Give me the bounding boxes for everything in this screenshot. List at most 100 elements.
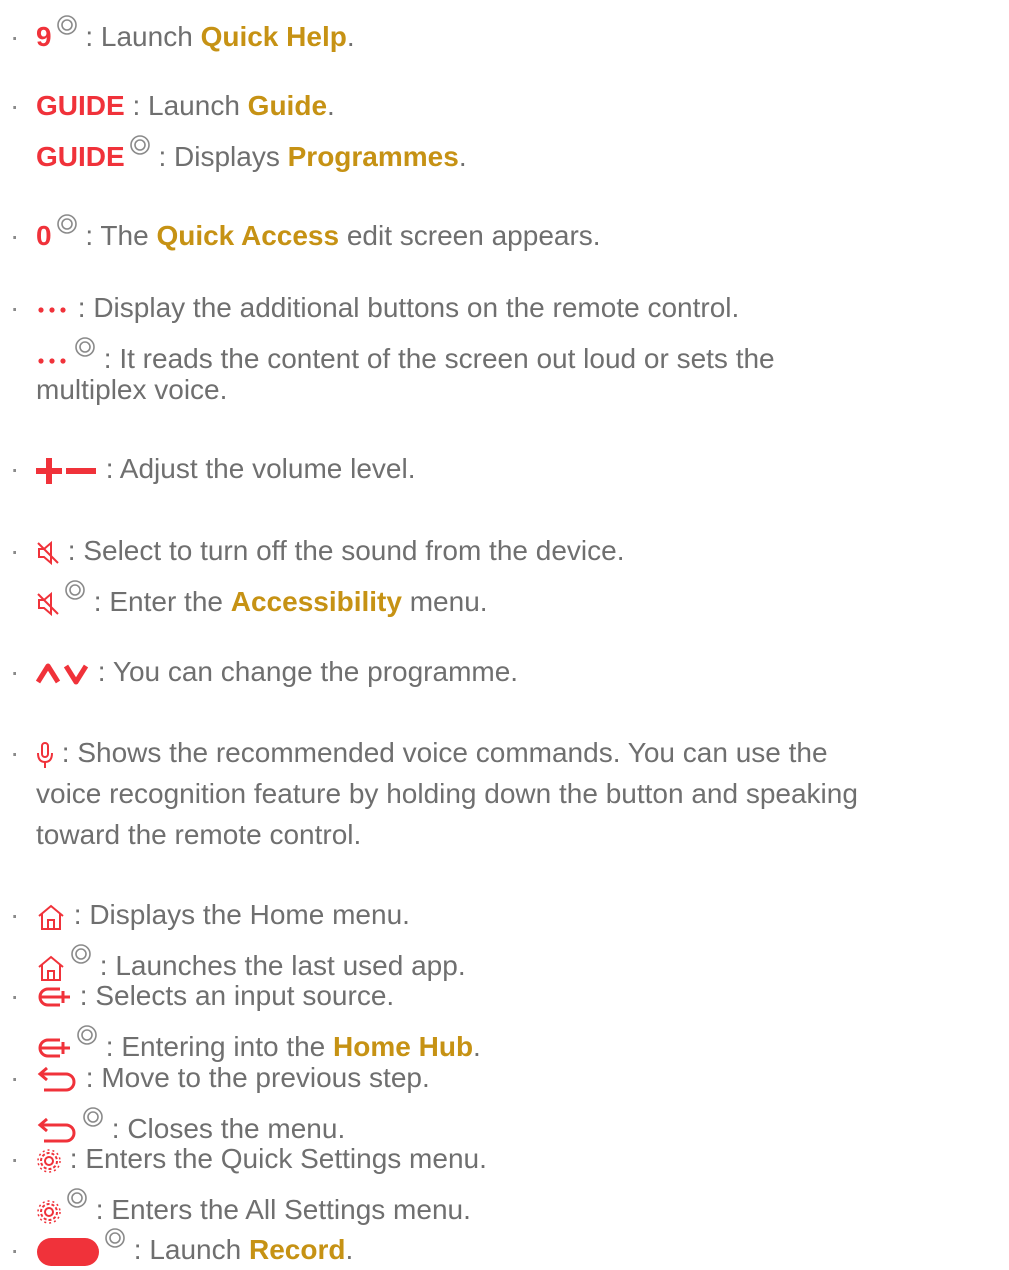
list-item: · : Selects an input source. : Entering … bbox=[10, 975, 989, 1062]
item-continuation-line: : Enters the All Settings menu. bbox=[10, 1179, 989, 1225]
remote-key-label: GUIDE bbox=[36, 141, 125, 172]
bullet: · bbox=[10, 453, 20, 484]
feature-name: Guide bbox=[247, 90, 328, 121]
double-circle-icon bbox=[56, 6, 78, 47]
feature-name: Record bbox=[248, 1234, 346, 1265]
bullet: · bbox=[10, 90, 20, 121]
remote-key-label: 0 bbox=[36, 220, 52, 251]
item-continuation-line: toward the remote control. bbox=[10, 814, 989, 855]
back-icon bbox=[36, 1066, 78, 1094]
description-text: : Move to the previous step. bbox=[78, 1062, 430, 1093]
microphone-icon bbox=[36, 741, 54, 769]
bullet: · bbox=[10, 292, 20, 323]
description-text: : Adjust the volume level. bbox=[98, 453, 416, 484]
list-item: · : Select to turn off the sound from th… bbox=[10, 530, 989, 617]
description-text: : Selects an input source. bbox=[72, 980, 395, 1011]
description-text: . bbox=[346, 21, 355, 52]
item-line: · : Displays the Home menu. bbox=[10, 894, 989, 935]
list-item: · : Adjust the volume level. bbox=[10, 448, 989, 489]
remote-key-label: GUIDE bbox=[36, 90, 125, 121]
item-line: · : Selects an input source. bbox=[10, 975, 989, 1016]
remote-key-label: 9 bbox=[36, 21, 52, 52]
description-text: : Launch bbox=[77, 21, 201, 52]
description-text: : Displays bbox=[150, 141, 288, 172]
item-continuation-line: multiplex voice. bbox=[10, 369, 989, 410]
list-item: · : Shows the recommended voice commands… bbox=[10, 732, 989, 855]
list-item: · : Enters the Quick Settings menu. : En… bbox=[10, 1138, 989, 1225]
double-circle-icon bbox=[70, 935, 92, 976]
item-line: · : Enters the Quick Settings menu. bbox=[10, 1138, 989, 1179]
item-continuation-line: : Enter the Accessibility menu. bbox=[10, 571, 989, 617]
item-line: · 0 : The Quick Access edit screen appear… bbox=[10, 205, 989, 251]
list-item: · GUIDE : Launch Guide. GUIDE : Displays P… bbox=[10, 85, 989, 172]
bullet: · bbox=[10, 1062, 20, 1093]
input-source-icon bbox=[36, 984, 72, 1012]
double-circle-icon bbox=[104, 1219, 126, 1260]
feature-name: Programmes bbox=[287, 141, 459, 172]
description-text: : Enter the bbox=[86, 586, 231, 617]
description-text: : Shows the recommended voice commands. … bbox=[54, 737, 828, 768]
item-line: · : Adjust the volume level. bbox=[10, 448, 989, 489]
double-circle-icon bbox=[76, 1016, 98, 1057]
list-item: · : Move to the previous step. : Closes … bbox=[10, 1057, 989, 1144]
settings-icon bbox=[36, 1148, 62, 1174]
item-line: · : Launch Record. bbox=[10, 1219, 989, 1266]
bullet: · bbox=[10, 1234, 20, 1265]
item-continuation-line: voice recognition feature by holding dow… bbox=[10, 773, 989, 814]
more-dots-icon bbox=[36, 354, 70, 368]
double-circle-icon bbox=[66, 1179, 88, 1220]
item-line: · : Select to turn off the sound from th… bbox=[10, 530, 989, 571]
description-text: menu. bbox=[401, 586, 488, 617]
item-continuation-line: : Closes the menu. bbox=[10, 1098, 989, 1144]
description-text: voice recognition feature by holding dow… bbox=[36, 778, 858, 809]
double-circle-icon bbox=[82, 1098, 104, 1139]
double-circle-icon bbox=[64, 571, 86, 612]
description-text: : Display the additional buttons on the … bbox=[70, 292, 740, 323]
item-continuation-line: : Launches the last used app. bbox=[10, 935, 989, 981]
mute-icon bbox=[36, 590, 60, 618]
description-text: : The bbox=[77, 220, 157, 251]
bullet: · bbox=[10, 656, 20, 687]
list-item: · : You can change the programme. bbox=[10, 651, 989, 692]
description-text: : Launch bbox=[124, 90, 248, 121]
description-text: : Displays the Home menu. bbox=[66, 899, 410, 930]
description-text: . bbox=[327, 90, 335, 121]
item-line: · : You can change the programme. bbox=[10, 651, 989, 692]
bullet: · bbox=[10, 1143, 20, 1174]
item-continuation-line: GUIDE : Displays Programmes. bbox=[10, 126, 989, 172]
feature-name: Accessibility bbox=[230, 586, 402, 617]
description-text: : Launch bbox=[126, 1234, 249, 1265]
item-line: · : Display the additional buttons on th… bbox=[10, 287, 989, 328]
item-line: · 9 : Launch Quick Help. bbox=[10, 6, 989, 52]
record-button-icon bbox=[36, 1237, 100, 1267]
double-circle-icon bbox=[129, 126, 151, 167]
item-continuation-line: : Entering into the Home Hub. bbox=[10, 1016, 989, 1062]
feature-name: Quick Help bbox=[200, 21, 347, 52]
description-text: : You can change the programme. bbox=[90, 656, 519, 687]
item-continuation-line: : It reads the content of the screen out… bbox=[10, 328, 989, 374]
feature-name: Quick Access bbox=[156, 220, 340, 251]
bullet: · bbox=[10, 21, 20, 52]
bullet: · bbox=[10, 737, 20, 768]
bullet: · bbox=[10, 220, 20, 251]
item-line: · GUIDE : Launch Guide. bbox=[10, 85, 989, 126]
double-circle-icon bbox=[56, 205, 78, 246]
list-item: · : Display the additional buttons on th… bbox=[10, 287, 989, 410]
description-text: multiplex voice. bbox=[36, 374, 228, 405]
item-line: · : Move to the previous step. bbox=[10, 1057, 989, 1098]
list-item: · 0 : The Quick Access edit screen appear… bbox=[10, 205, 989, 251]
list-item: · : Displays the Home menu. : Launches t… bbox=[10, 894, 989, 981]
description-text: edit screen appears. bbox=[339, 220, 601, 251]
channel-up-down-icon bbox=[36, 662, 90, 686]
description-text: toward the remote control. bbox=[36, 819, 362, 850]
list-item: · : Launch Record. bbox=[10, 1219, 989, 1266]
mute-icon bbox=[36, 539, 60, 567]
more-dots-icon bbox=[36, 303, 70, 317]
description-text: : Select to turn off the sound from the … bbox=[60, 535, 625, 566]
bullet: · bbox=[10, 980, 20, 1011]
home-icon bbox=[36, 903, 66, 931]
description-text: : Enters the Quick Settings menu. bbox=[62, 1143, 487, 1174]
description-text: . bbox=[345, 1234, 354, 1265]
double-circle-icon bbox=[74, 328, 96, 369]
volume-plus-minus-icon bbox=[36, 457, 98, 484]
